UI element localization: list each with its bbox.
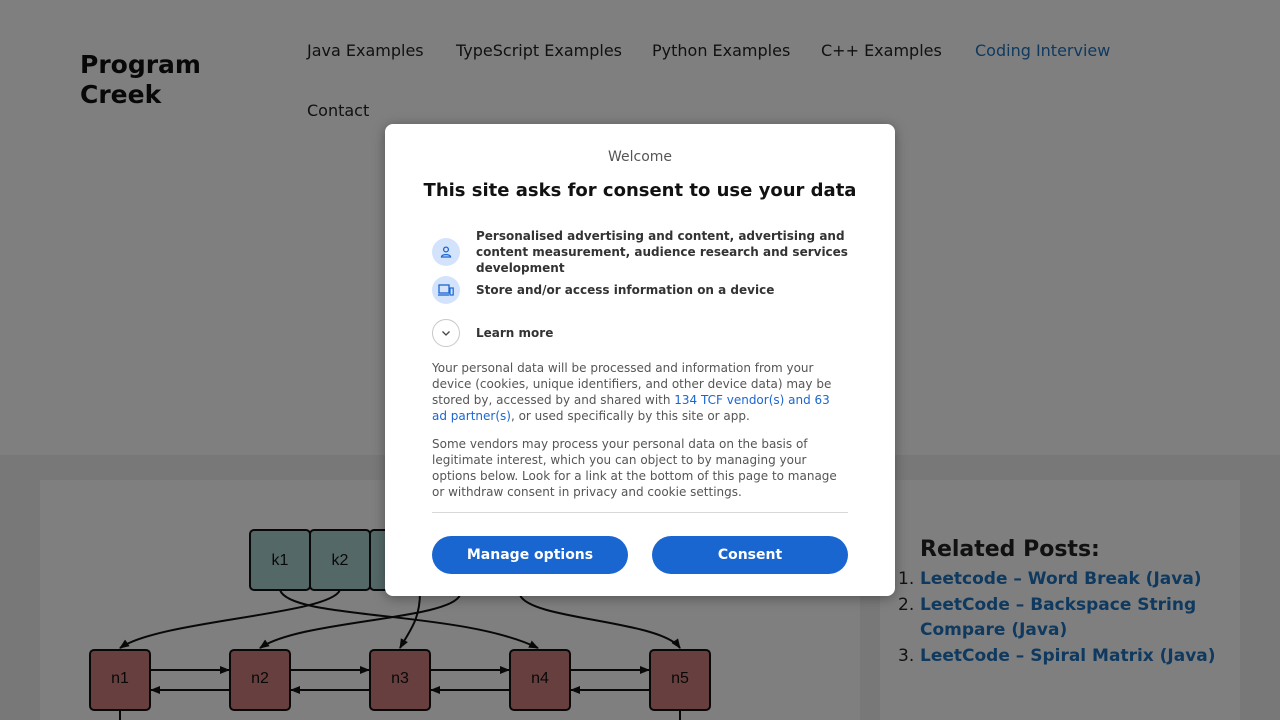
dialog-divider [432,512,848,513]
dialog-welcome: Welcome [607,149,673,165]
devices-icon [432,276,460,304]
manage-options-button[interactable]: Manage options [432,536,628,574]
person-icon [432,238,460,266]
chevron-down-icon[interactable] [432,319,460,347]
legitimate-interest-notice: Some vendors may process your personal d… [432,437,837,499]
notice-text: , or used specifically by this site or a… [510,409,750,423]
learn-more-label[interactable]: Learn more [476,325,553,341]
purpose-item: Personalised advertising and content, ad… [432,228,862,276]
learn-more-toggle[interactable]: Learn more [432,319,862,347]
purpose-item: Store and/or access information on a dev… [432,276,862,304]
data-processing-notice: Your personal data will be processed and… [432,360,842,424]
consent-button[interactable]: Consent [652,536,848,574]
consent-dialog: Welcome This site asks for consent to us… [385,124,895,596]
dialog-title: This site asks for consent to use your d… [423,180,857,201]
purpose-text: Personalised advertising and content, ad… [476,229,848,275]
purpose-text: Store and/or access information on a dev… [476,283,775,297]
